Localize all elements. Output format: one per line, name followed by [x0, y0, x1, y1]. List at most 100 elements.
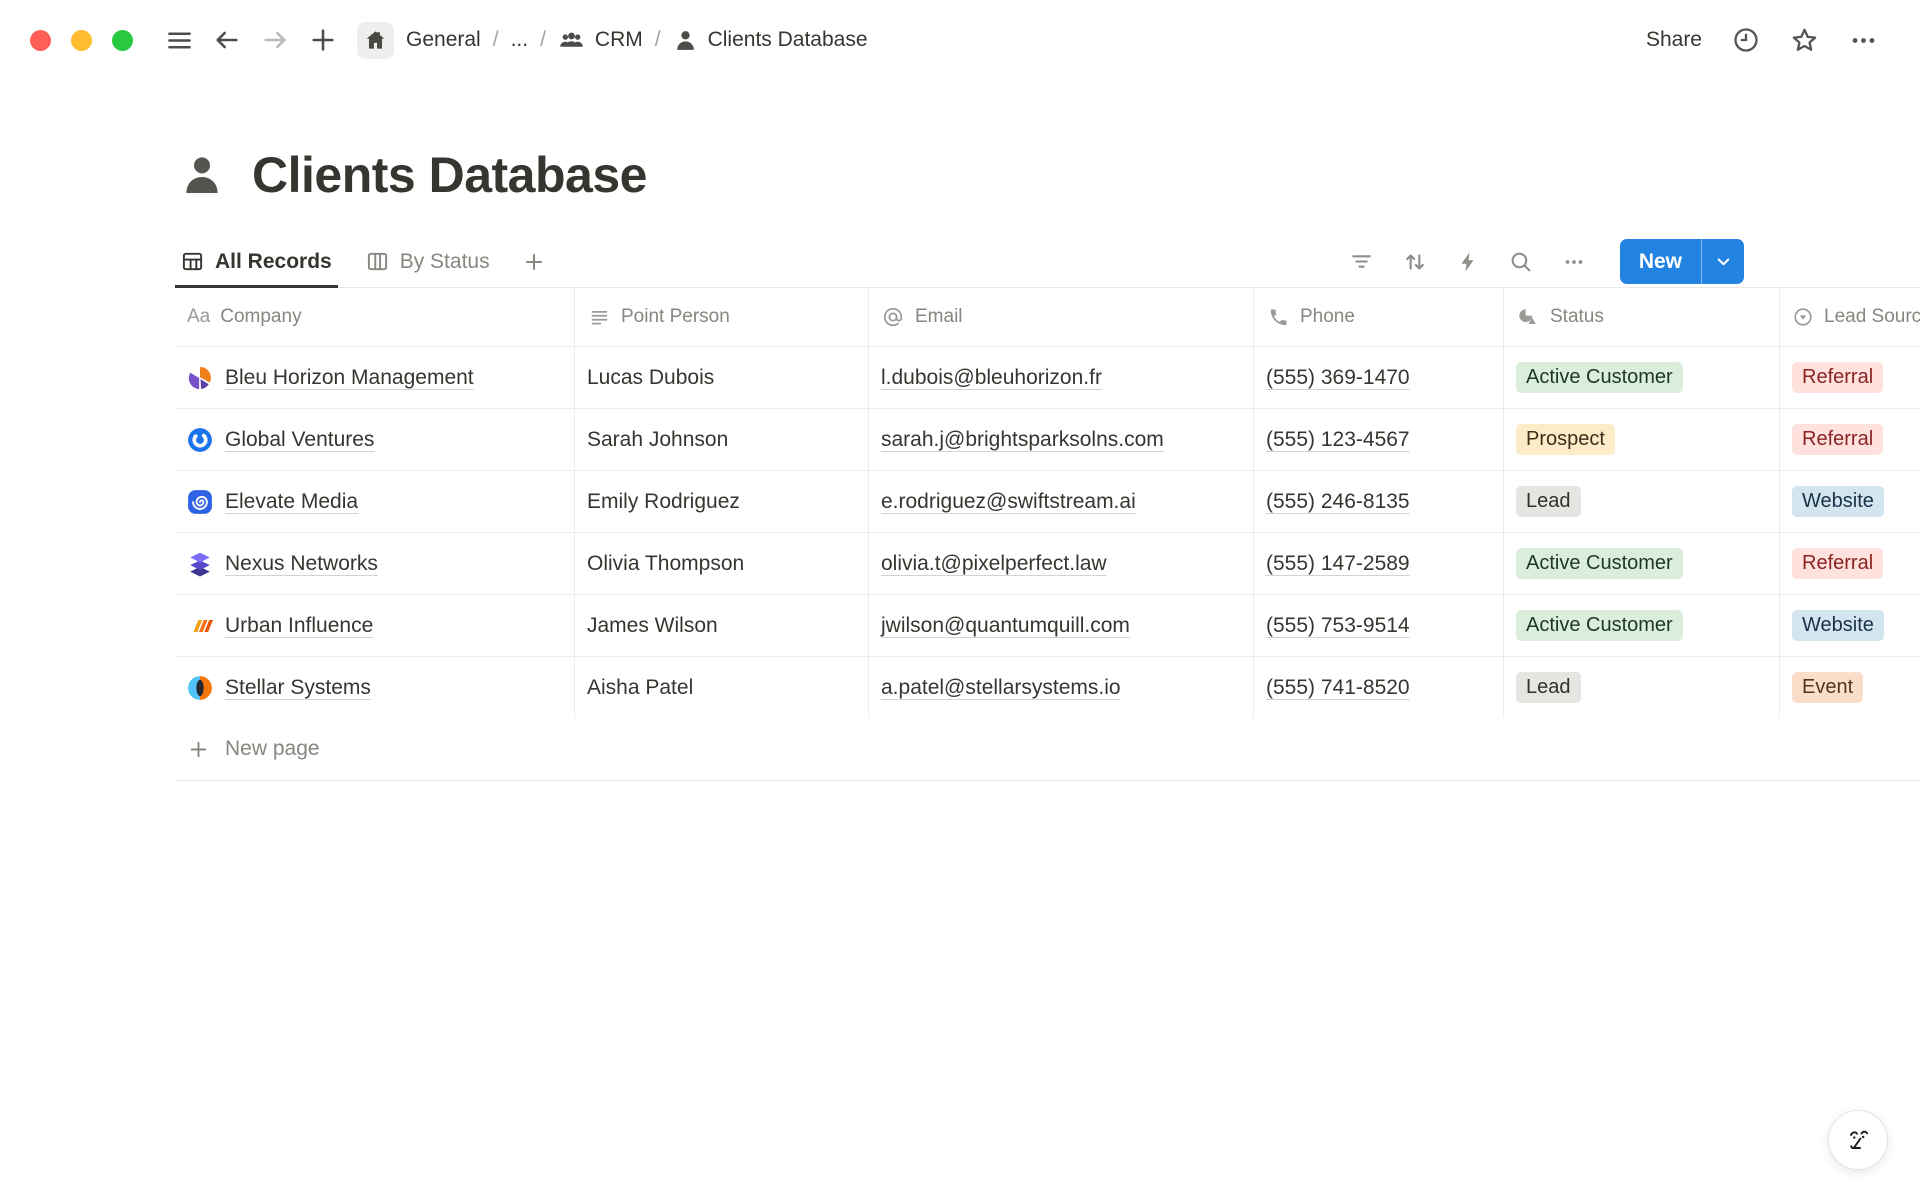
- notion-ai-face-button[interactable]: [1828, 1110, 1888, 1170]
- table-row[interactable]: Urban Influence James Wilson jwilson@qua…: [175, 594, 1920, 656]
- email-cell[interactable]: a.patel@stellarsystems.io: [869, 657, 1254, 718]
- email-cell[interactable]: olivia.t@pixelperfect.law: [869, 533, 1254, 594]
- phone-cell[interactable]: (555) 753-9514: [1254, 595, 1504, 656]
- breadcrumb-item-general[interactable]: General: [406, 28, 481, 52]
- company-cell[interactable]: Stellar Systems: [175, 657, 575, 718]
- column-header-lead-source[interactable]: Lead Source: [1780, 288, 1920, 346]
- close-window-icon[interactable]: [30, 30, 51, 51]
- maximize-window-icon[interactable]: [112, 30, 133, 51]
- point-person-cell[interactable]: Lucas Dubois: [575, 347, 869, 408]
- phone-icon: [1266, 307, 1290, 328]
- point-person-cell[interactable]: Emily Rodriguez: [575, 471, 869, 532]
- email-cell[interactable]: sarah.j@brightsparksolns.com: [869, 409, 1254, 470]
- point-person-cell[interactable]: James Wilson: [575, 595, 869, 656]
- status-cell[interactable]: Lead: [1504, 657, 1780, 718]
- phone-link[interactable]: (555) 123-4567: [1266, 428, 1410, 452]
- email-link[interactable]: l.dubois@bleuhorizon.fr: [881, 366, 1102, 390]
- lead-source-cell[interactable]: Website: [1780, 471, 1920, 532]
- status-cell[interactable]: Active Customer: [1504, 533, 1780, 594]
- email-cell[interactable]: jwilson@quantumquill.com: [869, 595, 1254, 656]
- column-header-point-person[interactable]: Point Person: [575, 288, 869, 346]
- breadcrumb-item-crm[interactable]: CRM: [558, 27, 643, 54]
- column-header-company[interactable]: Aa Company: [175, 288, 575, 346]
- back-arrow-icon[interactable]: [212, 25, 242, 55]
- company-cell[interactable]: Bleu Horizon Management: [175, 347, 575, 408]
- lead-source-cell[interactable]: Referral: [1780, 347, 1920, 408]
- company-cell[interactable]: Global Ventures: [175, 409, 575, 470]
- table-row[interactable]: Stellar Systems Aisha Patel a.patel@stel…: [175, 656, 1920, 718]
- more-options-icon[interactable]: [1849, 26, 1878, 55]
- breadcrumb-item-clients-database[interactable]: Clients Database: [673, 28, 868, 53]
- company-name-link[interactable]: Elevate Media: [225, 490, 358, 514]
- phone-link[interactable]: (555) 147-2589: [1266, 552, 1410, 576]
- email-link[interactable]: a.patel@stellarsystems.io: [881, 676, 1121, 700]
- table-row[interactable]: Elevate Media Emily Rodriguez e.rodrigue…: [175, 470, 1920, 532]
- table-row[interactable]: Bleu Horizon Management Lucas Dubois l.d…: [175, 346, 1920, 408]
- email-link[interactable]: e.rodriguez@swiftstream.ai: [881, 490, 1136, 514]
- point-person-cell[interactable]: Olivia Thompson: [575, 533, 869, 594]
- page-icon-person[interactable]: [178, 151, 226, 199]
- new-tab-plus-icon[interactable]: [308, 25, 338, 55]
- phone-cell[interactable]: (555) 741-8520: [1254, 657, 1504, 718]
- lead-source-cell[interactable]: Referral: [1780, 533, 1920, 594]
- company-name-link[interactable]: Nexus Networks: [225, 552, 378, 576]
- status-cell[interactable]: Active Customer: [1504, 595, 1780, 656]
- share-button[interactable]: Share: [1646, 28, 1702, 52]
- new-record-button[interactable]: New: [1620, 239, 1744, 284]
- company-name-link[interactable]: Bleu Horizon Management: [225, 366, 474, 390]
- sort-icon[interactable]: [1402, 249, 1428, 275]
- sidebar-menu-icon[interactable]: [164, 25, 194, 55]
- table-row[interactable]: Global Ventures Sarah Johnson sarah.j@br…: [175, 408, 1920, 470]
- company-logo-icon: [187, 365, 213, 391]
- minimize-window-icon[interactable]: [71, 30, 92, 51]
- home-icon[interactable]: [357, 22, 394, 59]
- lead-source-cell[interactable]: Website: [1780, 595, 1920, 656]
- search-icon[interactable]: [1508, 249, 1534, 275]
- column-header-status[interactable]: Status: [1504, 288, 1780, 346]
- point-person-value: Emily Rodriguez: [587, 490, 740, 514]
- email-cell[interactable]: e.rodriguez@swiftstream.ai: [869, 471, 1254, 532]
- favorite-star-icon[interactable]: [1790, 26, 1819, 55]
- breadcrumb-item-ellipsis[interactable]: ...: [511, 28, 529, 52]
- column-header-email[interactable]: Email: [869, 288, 1254, 346]
- company-cell[interactable]: Urban Influence: [175, 595, 575, 656]
- new-page-button[interactable]: New page: [175, 718, 1920, 781]
- phone-cell[interactable]: (555) 147-2589: [1254, 533, 1504, 594]
- point-person-cell[interactable]: Aisha Patel: [575, 657, 869, 718]
- forward-arrow-icon[interactable]: [260, 25, 290, 55]
- phone-link[interactable]: (555) 741-8520: [1266, 676, 1410, 700]
- view-options-icon[interactable]: [1561, 249, 1587, 275]
- table-row[interactable]: Nexus Networks Olivia Thompson olivia.t@…: [175, 532, 1920, 594]
- breadcrumb-separator: /: [655, 28, 661, 52]
- tab-all-records[interactable]: All Records: [175, 236, 338, 288]
- phone-link[interactable]: (555) 753-9514: [1266, 614, 1410, 638]
- company-name-link[interactable]: Global Ventures: [225, 428, 374, 452]
- company-cell[interactable]: Nexus Networks: [175, 533, 575, 594]
- email-link[interactable]: sarah.j@brightsparksolns.com: [881, 428, 1164, 452]
- company-name-link[interactable]: Urban Influence: [225, 614, 373, 638]
- company-cell[interactable]: Elevate Media: [175, 471, 575, 532]
- phone-cell[interactable]: (555) 246-8135: [1254, 471, 1504, 532]
- email-cell[interactable]: l.dubois@bleuhorizon.fr: [869, 347, 1254, 408]
- automation-lightning-icon[interactable]: [1455, 249, 1481, 275]
- company-logo-icon: [187, 489, 213, 515]
- phone-link[interactable]: (555) 246-8135: [1266, 490, 1410, 514]
- point-person-cell[interactable]: Sarah Johnson: [575, 409, 869, 470]
- lead-source-cell[interactable]: Event: [1780, 657, 1920, 718]
- column-header-phone[interactable]: Phone: [1254, 288, 1504, 346]
- email-link[interactable]: jwilson@quantumquill.com: [881, 614, 1130, 638]
- phone-link[interactable]: (555) 369-1470: [1266, 366, 1410, 390]
- phone-cell[interactable]: (555) 123-4567: [1254, 409, 1504, 470]
- filter-icon[interactable]: [1349, 249, 1375, 275]
- add-view-icon[interactable]: [522, 250, 546, 274]
- lead-source-cell[interactable]: Referral: [1780, 409, 1920, 470]
- new-record-dropdown-icon[interactable]: [1702, 239, 1744, 284]
- company-name-link[interactable]: Stellar Systems: [225, 676, 371, 700]
- email-link[interactable]: olivia.t@pixelperfect.law: [881, 552, 1107, 576]
- status-cell[interactable]: Active Customer: [1504, 347, 1780, 408]
- status-cell[interactable]: Prospect: [1504, 409, 1780, 470]
- clock-history-icon[interactable]: [1732, 26, 1760, 54]
- tab-by-status[interactable]: By Status: [360, 236, 496, 288]
- phone-cell[interactable]: (555) 369-1470: [1254, 347, 1504, 408]
- status-cell[interactable]: Lead: [1504, 471, 1780, 532]
